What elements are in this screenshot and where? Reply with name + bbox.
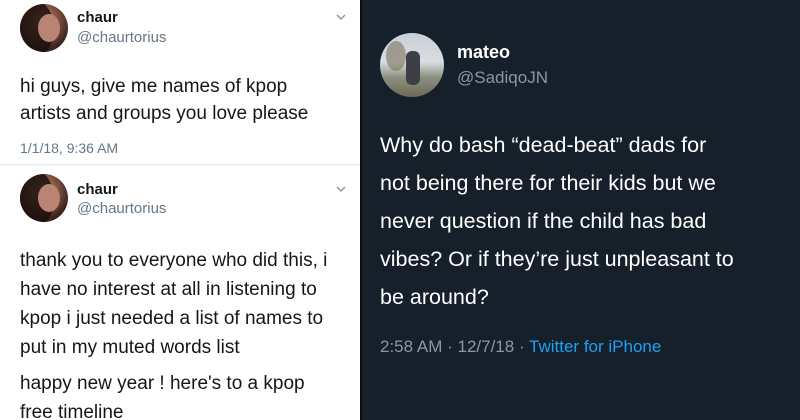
left-tweet-panel: chaur @chaurtorius hi guys, give me name… (0, 0, 362, 420)
meta-separator: · (442, 337, 458, 356)
tweet-body: hi guys, give me names of kpop artists a… (20, 73, 350, 127)
chevron-down-icon[interactable] (334, 10, 348, 24)
tweet-line: free timeline (20, 402, 124, 420)
tweet-author-name[interactable]: chaur (77, 9, 118, 26)
tweet-line: have no interest at all in listening to (20, 279, 317, 300)
tweet-date[interactable]: 12/7/18 (457, 337, 514, 356)
tweet-line: happy new year ! here's to a kpop (20, 373, 305, 394)
tweet-body: Why do bash “dead-beat” dads for not bei… (380, 126, 790, 316)
tweet-body: thank you to everyone who did this, i ha… (20, 246, 350, 362)
avatar[interactable] (20, 4, 68, 52)
tweet-line: put in my muted words list (20, 337, 240, 358)
meta-separator: · (514, 337, 530, 356)
tweet-line: Why do bash “dead-beat” dads for (380, 133, 707, 157)
tweet-line: vibes? Or if they’re just unpleasant to (380, 247, 734, 271)
avatar[interactable] (380, 33, 444, 97)
tweet-meta: 2:58 AM · 12/7/18 · Twitter for iPhone (380, 337, 661, 357)
tweet-author-handle[interactable]: @chaurtorius (77, 29, 166, 46)
tweet-author-handle[interactable]: @chaurtorius (77, 200, 166, 217)
tweet-line: never question if the child has bad (380, 209, 707, 233)
avatar[interactable] (20, 174, 68, 222)
tweet-source-link[interactable]: Twitter for iPhone (529, 337, 661, 356)
tweet-line: kpop i just needed a list of names to (20, 308, 324, 329)
tweet-author-handle[interactable]: @SadiqoJN (457, 68, 548, 88)
tweet-time[interactable]: 2:58 AM (380, 337, 442, 356)
tweet-line: not being there for their kids but we (380, 171, 716, 195)
tweet-body-paragraph: happy new year ! here's to a kpop free t… (20, 369, 350, 420)
tweet-timestamp[interactable]: 1/1/18, 9:36 AM (20, 140, 118, 156)
tweet-line: hi guys, give me names of kpop (20, 76, 288, 97)
tweet-line: thank you to everyone who did this, i (20, 250, 328, 271)
tweet-author-name[interactable]: chaur (77, 181, 118, 198)
tweet-author-name[interactable]: mateo (457, 42, 510, 63)
tweet-divider (0, 164, 362, 165)
tweet-line: be around? (380, 285, 489, 309)
tweet-line: artists and groups you love please (20, 103, 309, 124)
chevron-down-icon[interactable] (334, 182, 348, 196)
